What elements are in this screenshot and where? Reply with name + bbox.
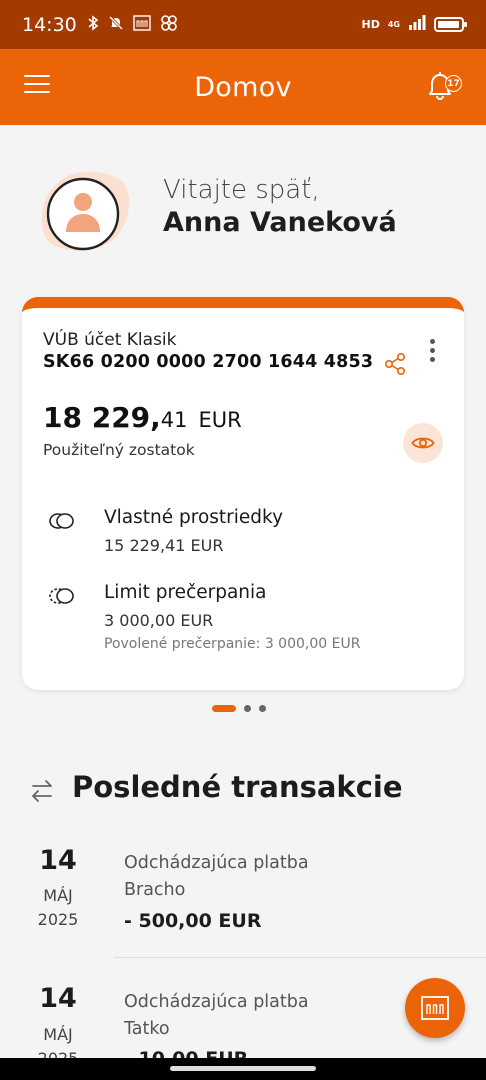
menu-button[interactable] — [24, 75, 50, 97]
kebab-icon — [429, 339, 435, 362]
pager-dot[interactable] — [244, 705, 251, 712]
own-funds-value: 15 229,41 EUR — [104, 536, 224, 555]
bluetooth-icon — [87, 15, 99, 34]
pinwheel-icon — [160, 14, 178, 35]
notification-count-badge: 17 — [445, 75, 462, 92]
own-funds-title: Vlastné prostriedky — [104, 507, 284, 528]
transaction-year: 2025 — [37, 910, 79, 929]
greeting-section: Vitajte späť, Anna Vaneková — [0, 125, 486, 285]
hd-label: HD — [361, 18, 380, 31]
pager-dot[interactable] — [259, 705, 266, 712]
overdraft-value: 3 000,00 EUR — [104, 611, 214, 630]
overdraft-note: Povolené prečerpanie: 3 000,00 EUR — [104, 636, 361, 652]
card-pager[interactable] — [212, 705, 266, 712]
status-bar: 14:30 HD 4G — [0, 0, 486, 49]
swap-arrows-icon — [31, 780, 52, 802]
account-card[interactable]: VÚB účet Klasik SK66 0200 0000 2700 1644… — [22, 297, 464, 690]
toggle-balance-visibility-button[interactable] — [403, 423, 443, 463]
app-bar: Domov 17 — [0, 49, 486, 125]
more-options-button[interactable] — [424, 339, 440, 367]
balance-label: Použiteľný zostatok — [43, 441, 195, 459]
overdraft-coins-icon — [49, 588, 74, 604]
network-label: 4G — [387, 19, 400, 29]
balance-integer: 18 229, — [43, 401, 161, 434]
coins-icon — [49, 513, 74, 529]
status-notification-icons — [87, 14, 178, 35]
transaction-item[interactable]: 14 MÁJ 2025 Odchádzajúca platba Bracho -… — [0, 840, 486, 964]
eye-icon — [411, 437, 435, 449]
share-icon[interactable] — [384, 352, 406, 376]
signal-icon — [408, 15, 426, 34]
system-nav-bar — [0, 1058, 486, 1080]
status-time: 14:30 — [22, 13, 77, 36]
page-title: Domov — [194, 71, 292, 103]
person-avatar-icon[interactable] — [36, 167, 132, 253]
account-name: VÚB účet Klasik — [43, 330, 177, 350]
hamburger-icon — [24, 75, 50, 93]
vub-app-icon — [133, 15, 151, 34]
welcome-back-label: Vitajte späť, — [163, 175, 320, 205]
notifications-button[interactable]: 17 — [424, 69, 464, 105]
transaction-divider — [114, 957, 486, 958]
battery-icon — [434, 17, 467, 32]
transaction-month: MÁJ — [43, 1025, 73, 1044]
balance-currency: EUR — [198, 408, 242, 432]
available-balance: 18 229, 41 EUR — [43, 401, 242, 434]
balance-decimal: 41 — [160, 408, 188, 432]
transactions-title: Posledné transakcie — [72, 770, 403, 804]
pager-dot-active[interactable] — [212, 705, 236, 712]
status-system-icons: HD 4G — [361, 15, 467, 34]
transaction-counterparty: Bracho — [124, 880, 186, 900]
transactions-header: Posledné transakcie — [0, 768, 486, 812]
user-name: Anna Vaneková — [163, 207, 397, 238]
transaction-type: Odchádzajúca platba — [124, 853, 309, 873]
bank-shortcut-button[interactable] — [405, 978, 465, 1038]
greeting-text: Vitajte späť, Anna Vaneková — [163, 175, 397, 238]
battery-level — [438, 21, 459, 28]
transaction-month: MÁJ — [43, 886, 73, 905]
overdraft-title: Limit prečerpania — [104, 582, 267, 603]
account-iban: SK66 0200 0000 2700 1644 4853 — [43, 352, 374, 372]
home-gesture-handle[interactable] — [170, 1066, 316, 1071]
transaction-day: 14 — [39, 845, 77, 876]
transaction-counterparty: Tatko — [124, 1019, 170, 1039]
transaction-type: Odchádzajúca platba — [124, 992, 309, 1012]
transaction-day: 14 — [39, 983, 77, 1014]
bank-icon — [421, 996, 449, 1020]
mute-bell-icon — [108, 15, 124, 34]
transaction-amount: - 500,00 EUR — [124, 910, 262, 932]
